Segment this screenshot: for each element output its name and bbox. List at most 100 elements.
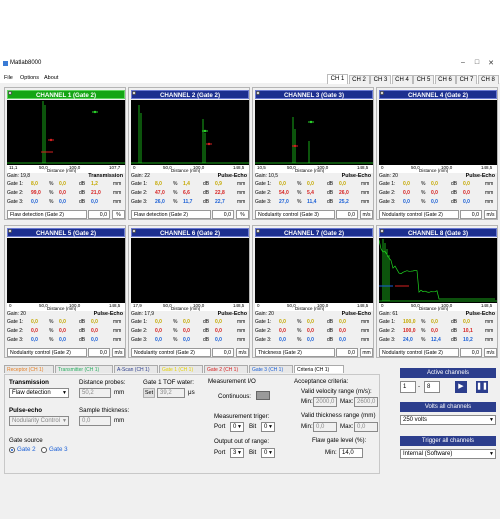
pulse-echo-dropdown[interactable]: Nodularity Control ▼ xyxy=(9,416,69,426)
gate-cell: 25,2 xyxy=(339,199,349,205)
trigger-bit-dropdown[interactable]: 0 ▼ xyxy=(261,422,275,432)
gate-cell: % xyxy=(49,199,53,205)
minimize-icon[interactable]: – xyxy=(458,59,468,66)
chevron-down-icon: ▼ xyxy=(489,416,494,425)
velocity-min-field[interactable]: 2000,0 xyxy=(313,397,337,407)
thickness-min-field[interactable]: 0,0 xyxy=(313,422,337,432)
result-label: Flaw detection (Gate 2) xyxy=(7,210,87,219)
ascan-plot xyxy=(7,100,125,165)
gate-row: Gate 3: 0,0% 0,0 dB 0,0 mm xyxy=(131,337,249,345)
tab-ch1[interactable]: CH 1 xyxy=(327,74,348,84)
axis-tick: 10,5 xyxy=(257,165,266,170)
menu-options[interactable]: Options xyxy=(20,75,39,81)
gain-readout: Gain: 19,8 xyxy=(7,173,30,179)
distance-probes-field[interactable]: 50,2 xyxy=(79,388,111,398)
gate-row: Gate 3: 27,0% 11,4 dB 25,2 mm xyxy=(255,199,373,207)
tof-unit: μs xyxy=(188,389,195,396)
volts-dropdown[interactable]: 250 volts ▼ xyxy=(400,415,496,425)
velocity-max-field[interactable]: 2600,0 xyxy=(354,397,378,407)
tab-ch5[interactable]: CH 5 xyxy=(413,75,434,84)
settings-tab[interactable]: Receptor (CH 1) xyxy=(4,365,54,373)
settings-tab[interactable]: Gate 1 (CH 1) xyxy=(159,365,203,373)
settings-tab[interactable]: Criteria (CH 1) xyxy=(294,365,344,373)
tab-ch8[interactable]: CH 8 xyxy=(478,75,499,84)
continuous-toggle[interactable] xyxy=(256,391,270,400)
channel-title[interactable]: CHANNEL 6 (Gate 2) xyxy=(131,228,249,237)
gate-cell: Gate 2: xyxy=(255,190,271,196)
gate-cell: 0,0 xyxy=(431,328,438,334)
gate-cell: dB xyxy=(203,319,209,325)
channel-title[interactable]: CHANNEL 7 (Gate 2) xyxy=(255,228,373,237)
axis-tick: 0 xyxy=(381,165,384,170)
gate-cell: Gate 1: xyxy=(7,181,23,187)
axis-tick: 0 xyxy=(133,165,136,170)
channel-title[interactable]: CHANNEL 4 (Gate 2) xyxy=(379,90,497,99)
gate-cell: 0,0 xyxy=(155,328,162,334)
transmission-label: Transmission xyxy=(9,379,49,386)
tab-ch2[interactable]: CH 2 xyxy=(349,75,370,84)
gate-cell: 0,0 xyxy=(215,328,222,334)
flaw-min-field[interactable]: 14,0 xyxy=(339,448,363,458)
gate-source-label: Gate source xyxy=(9,437,43,444)
tof-set-button[interactable]: Set xyxy=(143,388,155,398)
gate-cell: Gate 2: xyxy=(131,190,147,196)
tab-ch3[interactable]: CH 3 xyxy=(370,75,391,84)
out-of-range-label: Output out of range: xyxy=(214,438,269,445)
sample-thickness-field[interactable]: 0,0 xyxy=(79,416,111,426)
channel-title[interactable]: CHANNEL 8 (Gate 3) xyxy=(379,228,497,237)
gate-cell: dB xyxy=(451,181,457,187)
settings-tab[interactable]: A-Scan (CH 1) xyxy=(114,365,158,373)
gate-cell: 8,0 xyxy=(31,181,38,187)
ascan-display xyxy=(131,238,249,303)
tab-ch7[interactable]: CH 7 xyxy=(456,75,477,84)
gate-cell: dB xyxy=(327,319,333,325)
settings-tab[interactable]: Gate 2 (CH 1) xyxy=(204,365,248,373)
gate-row: Gate 2: 100,0% 0,0 dB 10,1 mm xyxy=(379,328,497,336)
active-channels-from[interactable]: 1 xyxy=(400,381,416,393)
menu-about[interactable]: About xyxy=(44,75,58,81)
settings-tab[interactable]: Gate 3 (CH 1) xyxy=(249,365,293,373)
gain-readout: Gain: 20 xyxy=(379,173,398,179)
gate-cell: % xyxy=(297,181,301,187)
channel-panel: CHANNEL 3 (Gate 3) 10,5 50,0 100,0 148,5 Dist… xyxy=(252,87,374,220)
settings-tab[interactable]: Transmitter (CH 1) xyxy=(55,365,113,373)
thickness-label: Valid thickness range (mm) xyxy=(301,412,376,419)
result-unit: mm xyxy=(360,348,373,357)
trigger-all-dropdown[interactable]: Internal (Software) ▼ xyxy=(400,449,496,459)
mode-label: Pulse-Echo xyxy=(94,311,123,317)
gate-cell: % xyxy=(173,337,177,343)
play-icon[interactable]: ▶ xyxy=(455,381,467,393)
trigger-bit-value: 0 xyxy=(264,424,267,430)
active-channels-to[interactable]: 8 xyxy=(424,381,440,393)
transmission-dropdown[interactable]: Flaw detection ▼ xyxy=(9,388,69,398)
out-port-dropdown[interactable]: 3 ▼ xyxy=(230,448,244,458)
gate-row: Gate 1: 0,0% 0,0 dB 0,0 mm xyxy=(255,181,373,189)
axis-label: Distance (mm) xyxy=(171,168,200,173)
tab-ch6[interactable]: CH 6 xyxy=(435,75,456,84)
gate-cell: mm xyxy=(485,181,493,187)
channel-title[interactable]: CHANNEL 2 (Gate 2) xyxy=(131,90,249,99)
channel-title[interactable]: CHANNEL 5 (Gate 2) xyxy=(7,228,125,237)
gate-cell: 0,0 xyxy=(307,319,314,325)
close-icon[interactable]: ✕ xyxy=(486,59,496,67)
channel-status-icon xyxy=(380,91,384,95)
gate-cell: 27,0 xyxy=(279,199,289,205)
menu-file[interactable]: File xyxy=(4,75,13,81)
channel-title[interactable]: CHANNEL 1 (Gate 2) xyxy=(7,90,125,99)
tof-field[interactable]: 39,2 xyxy=(157,388,185,398)
gate-source-radio-gate3[interactable] xyxy=(41,447,47,453)
thickness-max-field[interactable]: 0,0 xyxy=(354,422,378,432)
gain-readout: Gain: 22 xyxy=(131,173,150,179)
channel-title[interactable]: CHANNEL 3 (Gate 3) xyxy=(255,90,373,99)
result-label: Nodularity control (Gate 2) xyxy=(379,348,459,357)
trigger-port-dropdown[interactable]: 0 ▼ xyxy=(230,422,244,432)
gate-cell: 0,0 xyxy=(463,199,470,205)
out-bit-dropdown[interactable]: 0 ▼ xyxy=(261,448,275,458)
ascan-display xyxy=(255,238,373,303)
pause-icon[interactable]: ❚❚ xyxy=(476,381,488,393)
gate-source-radio-gate2[interactable] xyxy=(9,447,15,453)
maximize-icon[interactable]: □ xyxy=(472,59,482,66)
gate-cell: 10,2 xyxy=(463,337,473,343)
gate-cell: Gate 3: xyxy=(131,337,147,343)
tab-ch4[interactable]: CH 4 xyxy=(392,75,413,84)
